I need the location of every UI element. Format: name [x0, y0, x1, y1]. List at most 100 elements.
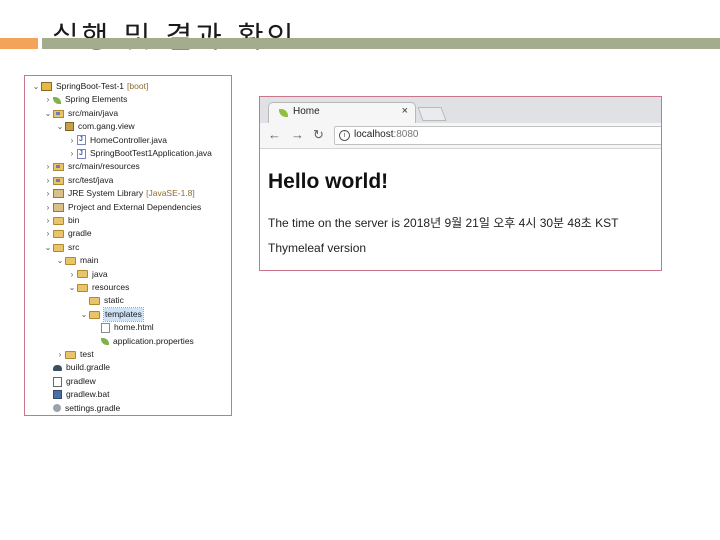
chevron-down-icon[interactable]: ⌄ — [43, 107, 53, 121]
tree-item[interactable]: ⌄ src — [43, 241, 80, 255]
tree-item-label: test — [80, 349, 94, 359]
library-icon — [53, 202, 64, 212]
tree-item-label: JRE System Library — [68, 188, 144, 199]
tree-item-label: templates — [103, 306, 144, 323]
tree-item[interactable]: › src/test/java — [43, 174, 114, 188]
tree-item[interactable]: build.gradle — [43, 361, 110, 375]
tab-title: Home — [293, 106, 320, 117]
source-folder-icon — [53, 163, 64, 172]
thymeleaf-version-text: Thymeleaf version — [268, 241, 367, 255]
tree-item[interactable]: ⌄ main — [55, 254, 99, 268]
gradle-file-icon — [53, 365, 62, 372]
tree-item[interactable]: › gradle — [43, 227, 92, 241]
tree-item[interactable]: › test — [55, 348, 94, 362]
tree-item-label: build.gradle — [66, 362, 110, 373]
tree-item-label: home.html — [114, 322, 154, 333]
chevron-right-icon[interactable]: › — [43, 214, 53, 228]
source-folder-icon — [53, 109, 64, 118]
tree-item[interactable]: › java — [67, 268, 108, 282]
tree-item-label: gradlew — [66, 375, 96, 386]
folder-icon — [65, 350, 76, 359]
tree-item-label: static — [104, 295, 124, 306]
chevron-right-icon[interactable]: › — [67, 134, 77, 148]
chevron-down-icon[interactable]: ⌄ — [79, 308, 89, 322]
chevron-right-icon[interactable]: › — [55, 348, 65, 362]
tree-item-label: resources — [92, 282, 130, 292]
info-icon[interactable]: i — [339, 130, 350, 141]
new-tab-button[interactable] — [417, 107, 447, 121]
tree-item-decoration: [boot] — [127, 81, 149, 91]
tree-item-label: Project and External Dependencies — [68, 201, 202, 212]
tree-item[interactable]: › Project and External Dependencies — [43, 201, 201, 215]
tree-item-label: src/main/java — [68, 107, 119, 118]
html-file-icon — [101, 322, 110, 333]
spring-elements-icon — [53, 96, 61, 104]
chevron-right-icon[interactable]: › — [43, 227, 53, 241]
tree-item-label: src/test/java — [68, 174, 114, 185]
tree-item-label: Spring Elements — [65, 94, 128, 105]
source-folder-icon — [53, 176, 64, 185]
tree-item[interactable]: ⌄ SpringBoot-Test-1 [boot] — [31, 80, 148, 94]
tree-item-label: gradlew.bat — [66, 389, 110, 400]
tree-item[interactable]: ⌄ resources — [67, 281, 130, 295]
browser-tab[interactable]: Home × — [268, 102, 416, 123]
browser-window: Home × ← → ↻ i localhost:8080 Hello worl… — [259, 96, 662, 271]
tree-item[interactable]: › Spring Elements — [43, 93, 128, 107]
tree-item[interactable]: › src/main/resources — [43, 160, 140, 174]
title-accent-bar-olive — [42, 38, 720, 49]
tree-item-label: src/main/resources — [68, 161, 140, 172]
tree-item[interactable]: gradlew — [43, 375, 96, 389]
reload-icon[interactable]: ↻ — [313, 127, 324, 143]
folder-icon — [53, 230, 64, 239]
slide-title: 실행 및 결과 확인 — [52, 20, 297, 54]
chevron-down-icon[interactable]: ⌄ — [55, 254, 65, 268]
tree-item[interactable]: ⌄ src/main/java — [43, 107, 118, 121]
project-icon — [41, 82, 52, 92]
folder-icon — [89, 297, 100, 306]
settings-file-icon — [53, 404, 61, 413]
folder-icon — [53, 216, 64, 225]
tree-item[interactable]: › bin — [43, 214, 80, 228]
tree-item-label: settings.gradle — [65, 402, 121, 413]
address-bar[interactable]: i localhost:8080 — [334, 126, 661, 145]
tree-item[interactable]: ⌄ com.gang.view — [55, 120, 135, 134]
chevron-down-icon[interactable]: ⌄ — [67, 281, 77, 295]
java-file-icon — [77, 133, 86, 147]
tree-item[interactable]: gradlew.bat — [43, 388, 109, 402]
chevron-right-icon[interactable]: › — [43, 187, 53, 201]
tree-item-label: SpringBootTest1Application.java — [90, 148, 212, 158]
chevron-down-icon[interactable]: ⌄ — [43, 241, 53, 255]
chevron-right-icon[interactable]: › — [43, 201, 53, 215]
chevron-right-icon[interactable]: › — [43, 93, 53, 107]
tree-item[interactable]: › JRE System Library [JavaSE-1.8] — [43, 187, 195, 201]
chevron-right-icon[interactable]: › — [67, 147, 77, 161]
chevron-right-icon[interactable]: › — [43, 174, 53, 188]
title-accent-bar-orange — [0, 38, 38, 49]
page-content: Hello world! The time on the server is 2… — [260, 150, 661, 270]
project-explorer: ⌄ SpringBoot-Test-1 [boot] › Spring Elements… — [24, 75, 232, 416]
back-arrow-icon[interactable]: ← — [268, 127, 281, 143]
chevron-right-icon[interactable]: › — [43, 160, 53, 174]
forward-arrow-icon[interactable]: → — [291, 127, 304, 143]
tree-item-label: gradle — [68, 228, 92, 239]
tree-item[interactable]: application.properties — [91, 335, 194, 349]
chevron-down-icon[interactable]: ⌄ — [55, 120, 65, 134]
tree-item[interactable]: ⌄ templates — [79, 306, 144, 323]
tree-item-decoration: [JavaSE-1.8] — [146, 188, 195, 199]
tree-item-label: HomeController.java — [90, 134, 168, 145]
tree-item[interactable]: › SpringBootTest1Application.java — [67, 147, 212, 161]
folder-icon — [89, 310, 100, 319]
tree-item-label: SpringBoot-Test-1 — [56, 81, 125, 91]
chevron-right-icon[interactable]: › — [67, 268, 77, 282]
tree-item[interactable]: › HomeController.java — [67, 133, 168, 148]
batch-file-icon — [53, 390, 62, 400]
tree-item[interactable]: static — [79, 294, 124, 308]
library-icon — [53, 189, 64, 199]
tree-item[interactable]: settings.gradle — [43, 402, 121, 415]
tree-item[interactable]: home.html — [91, 321, 154, 335]
folder-icon — [53, 243, 64, 252]
close-icon[interactable]: × — [402, 105, 408, 117]
tree-item-label: application.properties — [113, 335, 194, 346]
chevron-down-icon[interactable]: ⌄ — [31, 80, 41, 94]
url-host: localhost — [354, 129, 394, 140]
